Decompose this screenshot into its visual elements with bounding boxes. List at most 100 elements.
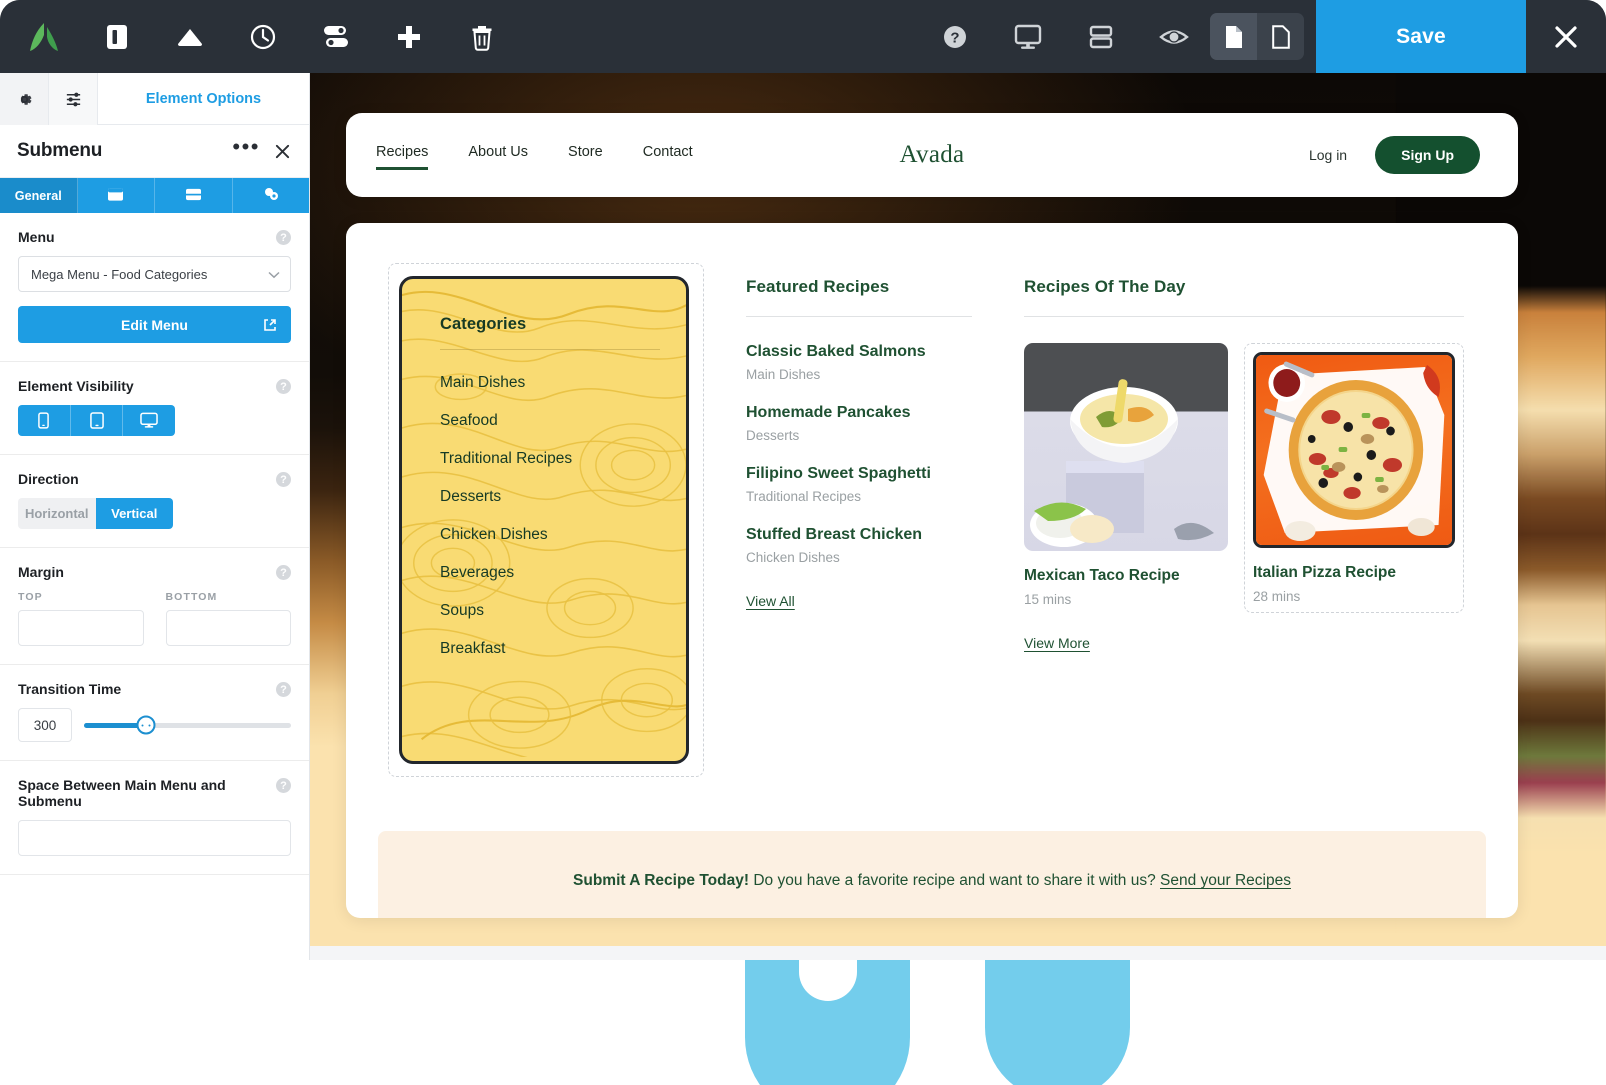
- help-icon-menu[interactable]: ?: [276, 230, 291, 245]
- nav-item-recipes[interactable]: Recipes: [376, 144, 429, 170]
- edit-menu-label: Edit Menu: [121, 316, 188, 333]
- categories-title: Categories: [440, 315, 527, 333]
- featured-divider: [746, 316, 972, 317]
- banner-text: Submit A Recipe Today! Do you have a fav…: [573, 872, 1291, 890]
- category-item-breakfast[interactable]: Breakfast: [440, 640, 660, 658]
- category-item-traditional-recipes[interactable]: Traditional Recipes: [440, 450, 660, 468]
- featured-recipe-name[interactable]: Homemade Pancakes: [746, 404, 972, 422]
- featured-recipes-title: Featured Recipes: [746, 277, 890, 296]
- direction-horizontal-button[interactable]: Horizontal: [18, 498, 96, 529]
- tab-settings-gear[interactable]: [0, 73, 49, 125]
- tab-sliders-options[interactable]: [49, 73, 98, 125]
- page-outline-icon[interactable]: [1257, 13, 1304, 60]
- recipe-of-day-card-dropzone[interactable]: Italian Pizza Recipe 28 mins: [1244, 343, 1464, 613]
- help-icon-transition[interactable]: ?: [276, 682, 291, 697]
- panel-tab-title[interactable]: Element Options: [98, 73, 309, 124]
- send-your-recipes-link[interactable]: Send your Recipes: [1160, 872, 1291, 889]
- nav-item-about-us[interactable]: About Us: [468, 144, 528, 167]
- panel-more-button[interactable]: •••: [232, 136, 260, 160]
- panel-subtab-bar: General: [0, 178, 309, 213]
- avada-logo-icon[interactable]: [14, 0, 80, 73]
- add-plus-icon[interactable]: [372, 0, 445, 73]
- subtab-general[interactable]: General: [0, 178, 78, 213]
- submit-recipe-banner: Submit A Recipe Today! Do you have a fav…: [378, 831, 1486, 918]
- featured-recipe-item[interactable]: Filipino Sweet Spaghetti Traditional Rec…: [746, 465, 972, 504]
- help-icon-visibility[interactable]: ?: [276, 379, 291, 394]
- builder-toolbar: ? Save: [0, 0, 1606, 73]
- mega-menu-columns: Categories Main Dishes Seafood Tradition…: [346, 223, 1518, 777]
- signup-button[interactable]: Sign Up: [1375, 136, 1480, 174]
- help-icon-margin[interactable]: ?: [276, 565, 291, 580]
- featured-recipe-name[interactable]: Stuffed Breast Chicken: [746, 526, 972, 544]
- transition-time-slider[interactable]: [84, 715, 291, 735]
- subtab-header-box[interactable]: [78, 178, 155, 213]
- subtab-rows-box[interactable]: [155, 178, 233, 213]
- page-filled-icon[interactable]: [1210, 13, 1257, 60]
- eye-preview-icon[interactable]: [1137, 0, 1210, 73]
- login-link[interactable]: Log in: [1309, 147, 1347, 163]
- category-item-chicken-dishes[interactable]: Chicken Dishes: [440, 526, 660, 544]
- subtab-link-chain[interactable]: [233, 178, 310, 213]
- space-between-input[interactable]: [18, 820, 291, 856]
- desktop-icon[interactable]: [123, 405, 175, 436]
- panel-title: Submenu: [17, 140, 103, 161]
- help-icon-space[interactable]: ?: [276, 778, 291, 793]
- category-item-seafood[interactable]: Seafood: [440, 412, 660, 430]
- option-margin: Margin ? TOP BOTTOM: [0, 548, 309, 665]
- recipe-of-day-name[interactable]: Mexican Taco Recipe: [1024, 567, 1228, 585]
- nav-item-contact[interactable]: Contact: [643, 144, 693, 167]
- desktop-monitor-icon[interactable]: [991, 0, 1064, 73]
- save-button[interactable]: Save: [1316, 0, 1526, 73]
- edit-menu-button[interactable]: Edit Menu: [18, 306, 291, 343]
- transition-time-value[interactable]: 300: [18, 708, 72, 742]
- grid-rows-icon[interactable]: [1064, 0, 1137, 73]
- sidebar-toggle-icon[interactable]: [80, 0, 153, 73]
- featured-recipes-column: Featured Recipes Classic Baked Salmons M…: [746, 263, 972, 777]
- panel-tab-bar: Element Options: [0, 73, 309, 125]
- category-item-desserts[interactable]: Desserts: [440, 488, 660, 506]
- featured-recipe-item[interactable]: Stuffed Breast Chicken Chicken Dishes: [746, 526, 972, 565]
- layers-icon[interactable]: [153, 0, 226, 73]
- panel-close-icon[interactable]: [274, 143, 291, 160]
- recipe-of-day-name[interactable]: Italian Pizza Recipe: [1253, 564, 1455, 582]
- margin-top-caption: TOP: [18, 591, 43, 603]
- site-logo-text[interactable]: Avada: [900, 141, 965, 169]
- settings-sliders-icon[interactable]: [299, 0, 372, 73]
- external-link-icon: [263, 318, 277, 332]
- recipes-of-day-title: Recipes Of The Day: [1024, 277, 1186, 296]
- menu-select[interactable]: Mega Menu - Food Categories: [18, 256, 291, 292]
- featured-recipe-name[interactable]: Filipino Sweet Spaghetti: [746, 465, 972, 483]
- margin-top-input[interactable]: [18, 610, 144, 646]
- recipes-of-day-grid: Mexican Taco Recipe 15 mins Italian Pizz…: [1024, 343, 1464, 613]
- category-item-main-dishes[interactable]: Main Dishes: [440, 374, 660, 392]
- category-item-soups[interactable]: Soups: [440, 602, 660, 620]
- help-icon-direction[interactable]: ?: [276, 472, 291, 487]
- view-all-link[interactable]: View All: [746, 593, 795, 609]
- history-clock-icon[interactable]: [226, 0, 299, 73]
- header-box-icon: [107, 187, 124, 205]
- trash-icon[interactable]: [445, 0, 518, 73]
- featured-recipe-item[interactable]: Classic Baked Salmons Main Dishes: [746, 343, 972, 382]
- featured-recipe-item[interactable]: Homemade Pancakes Desserts: [746, 404, 972, 443]
- close-builder-button[interactable]: [1526, 0, 1606, 73]
- category-item-beverages[interactable]: Beverages: [440, 564, 660, 582]
- help-question-icon[interactable]: ?: [918, 0, 991, 73]
- margin-bottom-input[interactable]: [165, 610, 291, 646]
- submenu-dropzone[interactable]: Categories Main Dishes Seafood Tradition…: [388, 263, 704, 777]
- view-more-link[interactable]: View More: [1024, 635, 1090, 651]
- visibility-device-group: [18, 405, 175, 436]
- toolbar-left-group: [0, 0, 518, 73]
- direction-vertical-button[interactable]: Vertical: [95, 498, 173, 529]
- mobile-icon[interactable]: [18, 405, 71, 436]
- panel-options-scroll[interactable]: Menu ? Mega Menu - Food Categories Edit …: [0, 213, 309, 960]
- option-visibility-label: Element Visibility: [18, 378, 134, 394]
- toolbar-right-group: ? Save: [918, 0, 1606, 73]
- recipe-of-day-card[interactable]: Mexican Taco Recipe 15 mins: [1024, 343, 1228, 613]
- featured-recipe-category: Chicken Dishes: [746, 550, 840, 565]
- nav-item-store[interactable]: Store: [568, 144, 603, 167]
- categories-card[interactable]: Categories Main Dishes Seafood Tradition…: [399, 276, 689, 764]
- site-header: Recipes About Us Store Contact Avada Log…: [346, 113, 1518, 197]
- tablet-icon[interactable]: [70, 405, 124, 436]
- featured-recipe-name[interactable]: Classic Baked Salmons: [746, 343, 972, 361]
- slider-handle[interactable]: [136, 715, 156, 735]
